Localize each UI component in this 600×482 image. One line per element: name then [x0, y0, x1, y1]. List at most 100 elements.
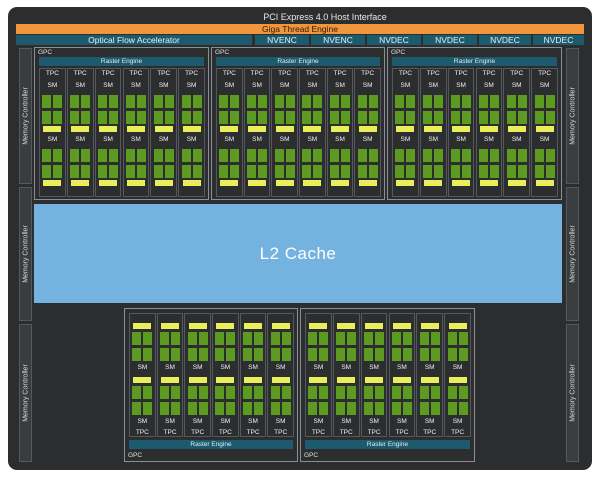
rt-core	[275, 180, 294, 186]
sm-cores	[336, 386, 357, 415]
sm-label: SM	[362, 136, 373, 143]
sm-label: SM	[224, 82, 235, 89]
rt-core	[161, 377, 180, 383]
sm-cores	[70, 95, 91, 124]
raster-engine: Raster Engine	[305, 440, 470, 449]
raster-engine: Raster Engine	[39, 57, 204, 66]
tpc-block: TPC SM SM	[419, 68, 447, 197]
memory-controller-label: Memory Controller	[22, 364, 29, 422]
sm-label: SM	[335, 136, 345, 143]
tpc-label: TPC	[157, 70, 171, 77]
sm-cores	[153, 149, 174, 178]
tpc-label: TPC	[454, 70, 468, 77]
rt-core	[448, 377, 467, 383]
sm-label: SM	[275, 364, 286, 371]
sm-cores	[308, 386, 329, 415]
sm-cores	[534, 95, 555, 124]
memory-controller-left-2: Memory Controller	[19, 187, 32, 321]
rt-core	[452, 180, 471, 186]
sm-label: SM	[279, 82, 290, 89]
sm-label: SM	[165, 364, 175, 371]
tpc-block: SM SM TPC	[129, 313, 156, 437]
tpc-label: TPC	[250, 70, 264, 77]
sm-cores	[247, 95, 268, 124]
sm-label: SM	[428, 82, 439, 89]
memory-controller-left-1: Memory Controller	[19, 48, 32, 184]
tpc-label: TPC	[246, 429, 260, 436]
rt-core	[99, 180, 118, 186]
sm-cores	[187, 386, 208, 415]
sm-label: SM	[539, 82, 550, 89]
tpc-label: TPC	[426, 70, 440, 77]
tpc-label: TPC	[510, 70, 524, 77]
tpc-block: TPC SM SM	[503, 68, 531, 197]
sm-cores	[125, 149, 146, 178]
sm-label: SM	[539, 136, 550, 143]
memory-controller-right-3: Memory Controller	[566, 324, 579, 462]
rt-core	[420, 377, 439, 383]
gpc-block: GPC Raster Engine TPC SM SM TPC SM SM TPC SM SM TPC…	[387, 47, 562, 200]
sm-label: SM	[275, 418, 286, 425]
rt-core	[133, 323, 152, 329]
codec-nvdec-3: NVDEC	[479, 35, 531, 45]
sm-label: SM	[369, 418, 379, 425]
rt-core	[507, 126, 526, 132]
sm-label: SM	[192, 364, 203, 371]
memory-controller-label: Memory Controller	[22, 225, 29, 283]
sm-cores	[270, 386, 291, 415]
rt-core	[220, 180, 239, 186]
sm-cores	[215, 386, 236, 415]
gpc-label: GPC	[304, 452, 319, 459]
sm-cores	[270, 332, 291, 361]
rt-core	[126, 126, 145, 132]
tpc-label: TPC	[367, 429, 381, 436]
optical-flow-accelerator: Optical Flow Accelerator	[16, 35, 252, 45]
sm-label: SM	[252, 82, 262, 89]
tpc-block: SM SM TPC	[416, 313, 444, 437]
codec-nvenc-1: NVENC	[255, 35, 309, 45]
tpc-label: TPC	[311, 429, 325, 436]
tpc-block: TPC SM SM	[216, 68, 243, 197]
tpc-label: TPC	[45, 70, 59, 77]
rt-core	[303, 126, 322, 132]
rt-core	[358, 180, 377, 186]
tpc-block: SM SM TPC	[239, 313, 267, 437]
rt-core	[43, 180, 62, 186]
tpc-block: TPC SM SM	[326, 68, 354, 197]
tpc-block: TPC SM SM	[475, 68, 503, 197]
sm-label: SM	[158, 136, 169, 143]
rt-core	[182, 126, 201, 132]
rt-core	[248, 180, 267, 186]
rt-core	[188, 323, 207, 329]
tpc-label: TPC	[395, 429, 409, 436]
sm-cores	[447, 386, 468, 415]
tpc-block: TPC SM SM	[271, 68, 298, 197]
sm-label: SM	[400, 82, 411, 89]
gpc-block: GPC Raster Engine TPC SM SM TPC SM SM TPC SM SM TPC…	[34, 47, 209, 200]
sm-cores	[70, 149, 91, 178]
codec-nvenc-2: NVENC	[311, 35, 365, 45]
rt-core	[43, 126, 62, 132]
sm-label: SM	[186, 82, 197, 89]
tpc-block: TPC SM SM	[150, 68, 178, 197]
sm-cores	[98, 95, 119, 124]
gpc-block: SM SM TPC SM SM TPC SM SM TPC SM SM TPC SM SM TPC SM SM T…	[124, 308, 298, 462]
rt-core	[365, 323, 384, 329]
sm-label: SM	[397, 418, 407, 425]
sm-label: SM	[220, 364, 231, 371]
rt-core	[448, 323, 467, 329]
sm-cores	[478, 149, 499, 178]
tpc-block: TPC SM SM	[122, 68, 150, 197]
memory-controller-label: Memory Controller	[569, 364, 576, 422]
tpc-block: SM SM TPC	[212, 313, 239, 437]
rt-core	[154, 180, 173, 186]
tpc-block: TPC SM SM	[243, 68, 271, 197]
sm-cores	[478, 95, 499, 124]
sm-label: SM	[252, 136, 262, 143]
tpc-label: TPC	[135, 429, 149, 436]
rt-core	[188, 377, 207, 383]
sm-cores	[132, 332, 153, 361]
sm-label: SM	[397, 364, 407, 371]
tpc-block: SM SM TPC	[184, 313, 211, 437]
tpc-block: SM SM TPC	[332, 313, 360, 437]
